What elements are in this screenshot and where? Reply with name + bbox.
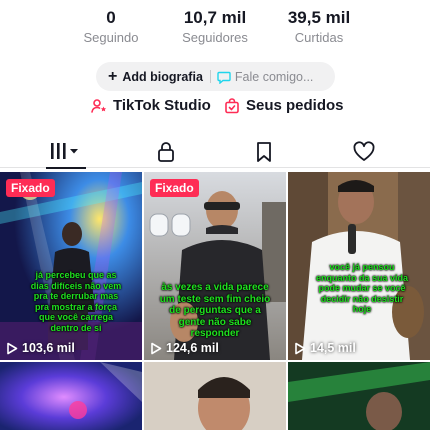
video-thumbnail[interactable]: [144, 362, 286, 430]
profile-stats: 0 Seguindo 10,7 mil Seguidores 39,5 mil …: [0, 8, 430, 48]
bio-pill: + Add biografia Fale comigo...: [96, 62, 335, 91]
likes-count: 39,5 mil: [287, 8, 351, 27]
tiktok-studio-link[interactable]: TikTok Studio: [91, 97, 211, 114]
contact-button[interactable]: Fale comigo...: [235, 70, 314, 84]
heart-icon: [353, 141, 375, 161]
play-icon: [151, 342, 162, 354]
lock-icon: [158, 142, 174, 162]
view-count-label: 103,6 mil: [22, 341, 75, 355]
pinned-badge: Fixado: [150, 179, 199, 197]
tab-private[interactable]: [112, 138, 220, 168]
followers-stat[interactable]: 10,7 mil Seguidores: [160, 8, 270, 47]
video-thumbnail[interactable]: [288, 362, 430, 430]
man-portrait-image: [144, 362, 286, 430]
divider: [209, 70, 211, 83]
green-lights-image: [288, 362, 430, 430]
plus-icon: +: [108, 67, 118, 85]
following-count: 0: [106, 8, 116, 27]
following-label: Seguindo: [83, 30, 139, 45]
video-thumbnail[interactable]: você já pensou enquanto da sua vida pode…: [288, 172, 430, 360]
grid-bars-icon: [51, 143, 78, 159]
tab-saved[interactable]: [210, 138, 318, 168]
video-caption: você já pensou enquanto da sua vida pode…: [315, 262, 409, 314]
video-caption: já percebeu que as dias difíceis não vem…: [30, 270, 122, 333]
followers-label: Seguidores: [182, 30, 248, 45]
person-star-icon: [91, 98, 107, 113]
view-count: 103,6 mil: [6, 341, 75, 355]
view-count-label: 124,6 mil: [166, 341, 219, 355]
stage-lights-image: [0, 362, 142, 430]
chat-bubble-icon: [217, 71, 231, 84]
view-count-label: 14,5 mil: [310, 341, 356, 355]
tab-liked[interactable]: [310, 138, 418, 168]
bookmark-icon: [257, 142, 271, 162]
pinned-badge: Fixado: [6, 179, 55, 197]
view-count: 124,6 mil: [150, 341, 219, 355]
video-caption: às vezes a vida parece um teste sem fim …: [159, 282, 271, 339]
video-thumbnail[interactable]: [0, 362, 142, 430]
tab-videos[interactable]: [12, 138, 120, 169]
video-thumbnail[interactable]: Fixado já percebeu que as dias difíceis …: [0, 172, 142, 360]
tiktok-studio-label: TikTok Studio: [113, 97, 211, 114]
likes-label: Curtidas: [294, 30, 344, 45]
orders-label: Seus pedidos: [246, 97, 344, 114]
following-stat[interactable]: 0 Seguindo: [56, 8, 166, 47]
shopping-bag-icon: [225, 97, 239, 113]
orders-link[interactable]: Seus pedidos: [224, 97, 344, 114]
profile-links: TikTok Studio Seus pedidos: [0, 97, 430, 121]
view-count: 14,5 mil: [294, 341, 356, 355]
followers-count: 10,7 mil: [183, 8, 247, 27]
likes-stat[interactable]: 39,5 mil Curtidas: [264, 8, 374, 47]
video-thumbnail[interactable]: Fixado às vezes a vida parece um teste s…: [144, 172, 286, 360]
add-bio-button[interactable]: Add biografia: [122, 70, 203, 84]
play-icon: [7, 342, 18, 354]
play-icon: [295, 342, 306, 354]
profile-tabs: [0, 138, 430, 169]
